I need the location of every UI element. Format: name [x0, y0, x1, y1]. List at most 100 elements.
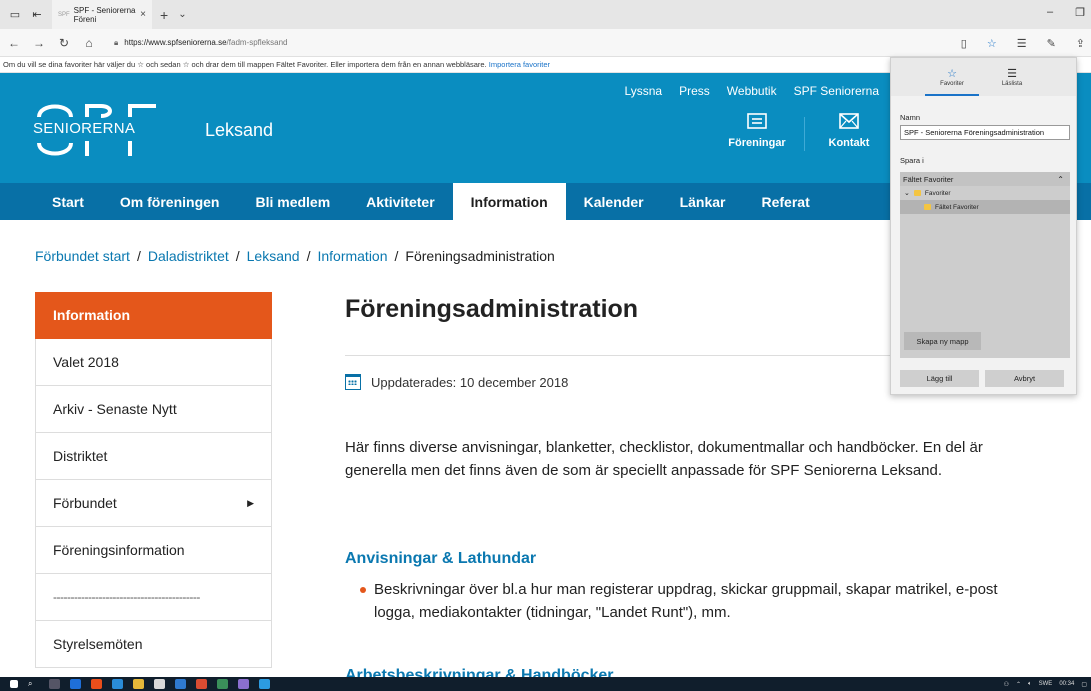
folder-select-value: Fältet Favoriter [903, 174, 954, 184]
app-icon[interactable] [196, 679, 207, 689]
tab-laslista-label: Läslista [1001, 81, 1023, 87]
tab-actions-icon[interactable]: ▭ [8, 8, 22, 22]
top-nav-press[interactable]: Press [679, 84, 710, 98]
home-icon[interactable]: ⌂ [78, 36, 100, 50]
tree-item-label: Favoriter [924, 189, 951, 197]
header-kontakt-label: Kontakt [828, 137, 870, 149]
task-view-icon[interactable] [49, 679, 60, 689]
sidebar-item-foreningsinformation[interactable]: Föreningsinformation [35, 527, 272, 574]
tab-preview-button[interactable]: ⌄ [178, 9, 186, 20]
app-icon[interactable] [238, 679, 249, 689]
top-nav-webbutik[interactable]: Webbutik [727, 84, 777, 98]
header-kontakt[interactable]: Kontakt [809, 113, 889, 149]
site-name[interactable]: Leksand [205, 120, 273, 141]
forward-arrow-icon[interactable]: → [28, 36, 50, 50]
chevron-up-icon[interactable]: ⌃ [1057, 175, 1064, 184]
nav-om-foreningen[interactable]: Om föreningen [102, 183, 238, 220]
breadcrumb-item[interactable]: Leksand [247, 248, 300, 264]
app-icon[interactable] [217, 679, 228, 689]
top-nav-lyssna[interactable]: Lyssna [625, 84, 663, 98]
nav-referat[interactable]: Referat [743, 183, 827, 220]
nav-aktiviteter[interactable]: Aktiviteter [348, 183, 452, 220]
tab-favicon: SPF [58, 11, 70, 18]
add-button[interactable]: Lägg till [900, 370, 979, 387]
people-icon[interactable]: ⚇ [1004, 681, 1009, 688]
sidebar-item-arkiv[interactable]: Arkiv - Senaste Nytt [35, 386, 272, 433]
files-icon[interactable] [154, 679, 165, 689]
top-nav-spf[interactable]: SPF Seniorerna [794, 84, 879, 98]
tab-laslista[interactable]: ☰ Läslista [983, 58, 1041, 96]
set-aside-tabs-icon[interactable]: ⇤ [30, 8, 44, 22]
nav-information[interactable]: Information [452, 183, 566, 220]
store-icon[interactable] [112, 679, 123, 689]
lock-icon: 🔒︎ [114, 37, 119, 47]
favorites-hub-icon[interactable]: ☰ [1017, 37, 1027, 50]
nav-start[interactable]: Start [34, 183, 102, 220]
reading-view-icon[interactable]: ▯ [961, 37, 967, 50]
search-icon[interactable]: ⌕ [28, 679, 39, 689]
intro-text: Här finns diverse anvisningar, blankette… [345, 439, 983, 479]
url-field[interactable]: 🔒︎ https://www.spfseniorerna.se/fadm-spf… [114, 38, 287, 48]
favorite-star-icon[interactable]: ☆ [987, 37, 997, 50]
section-anvisningar-title[interactable]: Anvisningar & Lathundar [345, 550, 536, 568]
nav-bli-medlem[interactable]: Bli medlem [237, 183, 348, 220]
start-icon[interactable] [10, 680, 18, 688]
sidebar-item-distriktet[interactable]: Distriktet [35, 433, 272, 480]
firefox-icon[interactable] [91, 679, 102, 689]
breadcrumb-separator: / [394, 248, 399, 264]
breadcrumb-separator: / [306, 248, 311, 264]
edge-icon[interactable] [70, 679, 81, 689]
browser-tab[interactable]: SPF SPF - Seniorerna Föreni × [52, 0, 152, 29]
word-icon[interactable] [175, 679, 186, 689]
chevron-down-icon[interactable]: ⌄ [904, 189, 910, 197]
sidebar-item-separator[interactable]: ----------------------------------------… [35, 574, 272, 621]
app-icon[interactable] [259, 679, 270, 689]
reading-list-icon: ☰ [1007, 68, 1017, 80]
favorite-name-input[interactable]: SPF - Seniorerna Föreningsadministration [900, 125, 1070, 140]
sidebar-item-valet-2018[interactable]: Valet 2018 [35, 339, 272, 386]
back-arrow-icon[interactable]: ← [3, 36, 25, 50]
share-icon[interactable]: ⇪ [1076, 37, 1085, 50]
explorer-icon[interactable] [133, 679, 144, 689]
tree-item-favoriter[interactable]: ⌄ Favoriter [900, 186, 1070, 200]
volume-icon[interactable]: 🔈︎ [1028, 681, 1032, 688]
minimize-icon[interactable]: – [1047, 6, 1053, 19]
breadcrumb: Förbundet start / Daladistriktet / Leksa… [35, 248, 555, 264]
cancel-button[interactable]: Avbryt [985, 370, 1064, 387]
nav-lankar[interactable]: Länkar [662, 183, 744, 220]
spf-logo[interactable]: SENIORERNA [33, 101, 173, 159]
tab-favoriter[interactable]: ☆ Favoriter [923, 58, 981, 96]
sidebar-item-styrelsemoten[interactable]: Styrelsemöten [35, 621, 272, 668]
tray-chevron-icon[interactable]: ⌃ [1016, 681, 1021, 688]
folder-icon [913, 190, 921, 196]
tab-close-icon[interactable]: × [140, 9, 146, 20]
breadcrumb-current: Föreningsadministration [405, 248, 555, 264]
notifications-icon[interactable]: ▢ [1081, 681, 1087, 688]
sidebar-item-forbundet[interactable]: Förbundet ▶ [35, 480, 272, 527]
language-indicator[interactable]: SWE [1039, 681, 1053, 687]
new-tab-button[interactable]: + [160, 7, 168, 23]
clock[interactable]: 00:34 [1059, 681, 1074, 687]
restore-icon[interactable]: ❐ [1075, 6, 1085, 19]
flyout-tabs: ☆ Favoriter ☰ Läslista [891, 58, 1076, 96]
new-folder-button[interactable]: Skapa ny mapp [904, 332, 981, 350]
address-bar-actions: ▯ ☆ ☰ ✎ ⇪ [961, 29, 1085, 57]
pen-icon[interactable]: ✎ [1047, 37, 1056, 50]
sidebar-item-information[interactable]: Information [35, 292, 272, 339]
breadcrumb-item[interactable]: Daladistriktet [148, 248, 229, 264]
tree-item-faltet-favoriter[interactable]: Fältet Favoriter [900, 200, 1070, 214]
header-foreningar-label: Föreningar [728, 137, 786, 149]
breadcrumb-item[interactable]: Förbundet start [35, 248, 130, 264]
updated-date: Uppdaterades: 10 december 2018 [371, 374, 569, 390]
breadcrumb-item[interactable]: Information [317, 248, 387, 264]
refresh-icon[interactable]: ↻ [53, 36, 75, 50]
header-foreningar[interactable]: Föreningar [717, 113, 797, 149]
favorites-hint-text: Om du vill se dina favoriter här väljer … [3, 60, 487, 69]
import-favorites-link[interactable]: Importera favoriter [489, 60, 550, 69]
expand-arrow-icon[interactable]: ▶ [247, 498, 254, 509]
window-controls: – ❐ [1047, 6, 1085, 19]
calendar-icon [345, 374, 361, 390]
list-item: Beskrivningar över bl.a hur man register… [360, 578, 1000, 624]
folder-select[interactable]: Fältet Favoriter ⌃ [900, 172, 1070, 186]
nav-kalender[interactable]: Kalender [566, 183, 662, 220]
